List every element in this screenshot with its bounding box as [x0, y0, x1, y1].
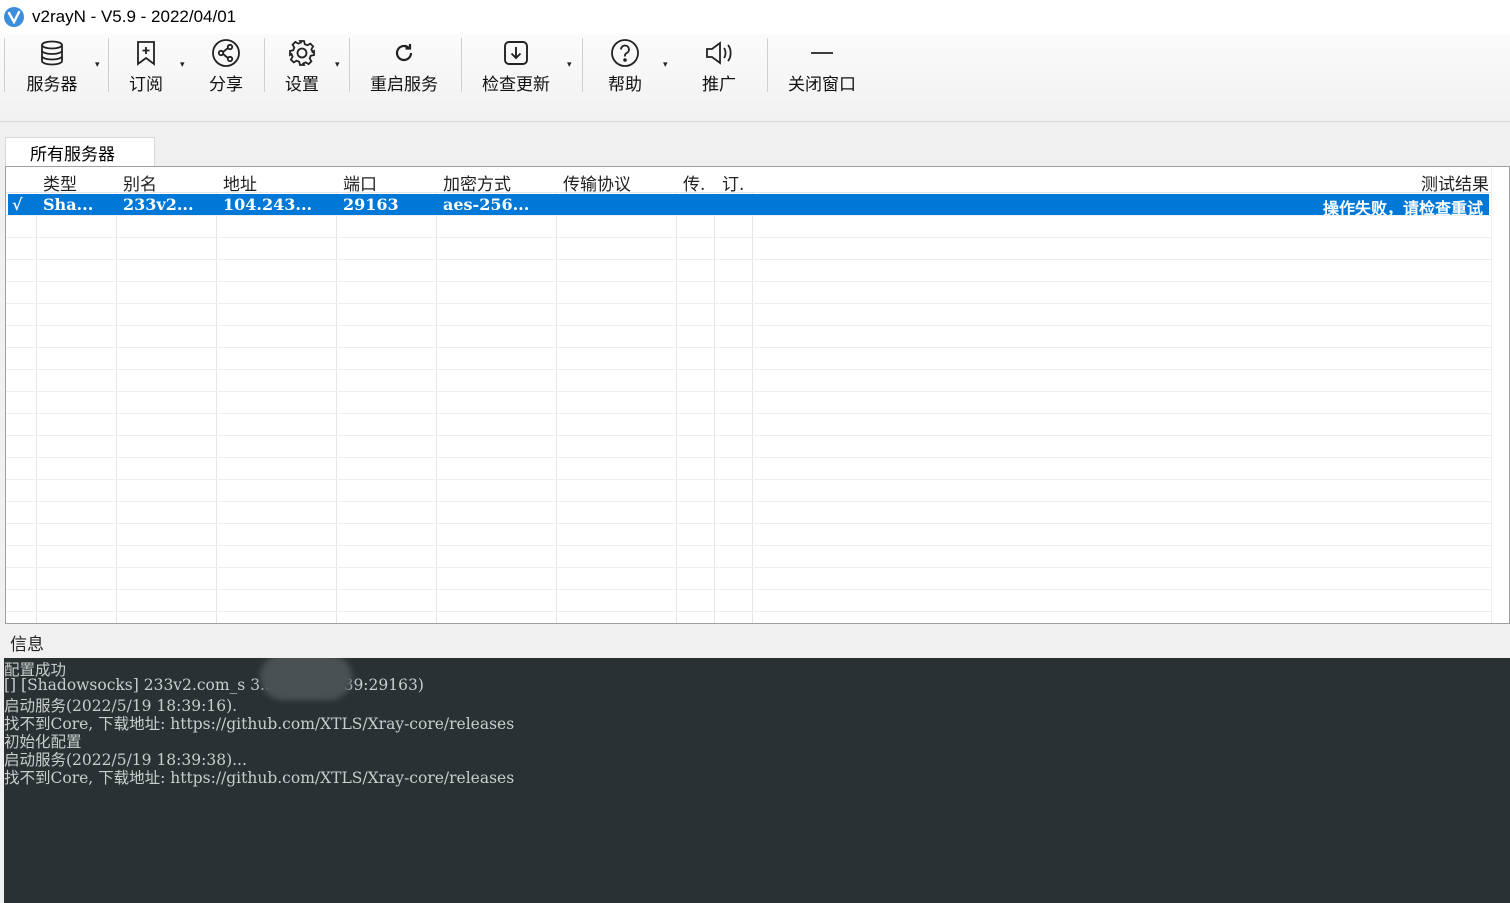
log-panel[interactable]: 配置成功 [] [Shadowsocks] 233v2.com_s 3.39(1…: [4, 658, 1510, 903]
column-header-type[interactable]: 类型: [43, 170, 77, 195]
column-divider: [117, 167, 217, 623]
subscribe-button[interactable]: 订阅: [124, 38, 168, 98]
settings-label: 设置: [285, 75, 319, 95]
row-gridline: [6, 457, 1496, 458]
help-dropdown-arrow-icon[interactable]: ▾: [663, 60, 668, 70]
toolbar-separator: [582, 38, 583, 92]
column-divider: [677, 167, 715, 623]
row-gridline: [6, 325, 1496, 326]
subscribe-dropdown-arrow-icon[interactable]: ▾: [180, 60, 185, 70]
toolbar: 服务器 ▾ 订阅 ▾ 分享 设置 ▾ 重启服务 检查更新 ▾ 帮助 ▾ 推广 关…: [0, 34, 1510, 122]
tab-all-servers[interactable]: 所有服务器: [5, 137, 155, 166]
check-update-button[interactable]: 检查更新: [478, 38, 554, 98]
grid-header: 类型 别名 地址 端口 加密方式 传输协议 传. 订. 测试结果: [6, 167, 1496, 195]
row-gridline: [6, 391, 1496, 392]
row-gridline: [6, 545, 1496, 546]
download-icon: [500, 38, 532, 68]
log-line: [] [Shadowsocks] 233v2.com_s 3.39(104***…: [4, 676, 424, 694]
row-gridline: [6, 369, 1496, 370]
row-gridline: [6, 611, 1496, 612]
tab-label: 所有服务器: [30, 144, 115, 165]
close-window-button[interactable]: 关闭窗口: [784, 38, 860, 98]
cell-security: aes-256...: [443, 195, 530, 214]
column-divider: [715, 167, 753, 623]
column-header-test-result[interactable]: 测试结果: [1421, 170, 1489, 195]
subscribe-label: 订阅: [129, 75, 163, 95]
help-label: 帮助: [608, 75, 642, 95]
column-divider: [37, 167, 117, 623]
restart-service-button[interactable]: 重启服务: [366, 38, 442, 98]
table-row[interactable]: √ Sha... 233v2... 104.243... 29163 aes-2…: [8, 194, 1489, 218]
column-header-address[interactable]: 地址: [223, 170, 257, 195]
row-gridline: [6, 259, 1496, 260]
redaction-blur: [260, 658, 352, 700]
toolbar-separator: [461, 38, 462, 92]
check-update-label: 检查更新: [482, 75, 550, 95]
row-gridline: [6, 347, 1496, 348]
servers-button[interactable]: 服务器: [22, 38, 82, 98]
column-divider: [337, 167, 437, 623]
server-list[interactable]: 类型 别名 地址 端口 加密方式 传输协议 传. 订. 测试结果 √ Sha..…: [5, 166, 1510, 624]
settings-dropdown-arrow-icon[interactable]: ▾: [335, 60, 340, 70]
tab-strip: 所有服务器: [0, 122, 1510, 166]
share-icon: [210, 38, 242, 68]
settings-button[interactable]: 设置: [280, 38, 324, 98]
question-circle-icon: [609, 38, 641, 68]
row-gridline: [6, 281, 1496, 282]
database-icon: [36, 38, 68, 68]
row-gridline: [6, 523, 1496, 524]
row-gridline: [6, 413, 1496, 414]
row-gridline: [6, 303, 1496, 304]
promote-label: 推广: [702, 75, 736, 95]
row-gridline: [6, 501, 1496, 502]
cell-port: 29163: [343, 195, 399, 214]
toolbar-separator: [4, 38, 5, 92]
promote-button[interactable]: 推广: [697, 38, 741, 98]
column-header-port[interactable]: 端口: [343, 170, 377, 195]
cell-alias: 233v2...: [123, 195, 194, 214]
column-divider: [6, 167, 37, 623]
title-bar: v2rayN - V5.9 - 2022/04/01: [0, 0, 1510, 34]
column-header-subscription[interactable]: 订.: [722, 170, 744, 195]
window-title: v2rayN - V5.9 - 2022/04/01: [32, 7, 237, 26]
toolbar-separator: [349, 38, 350, 92]
close-window-label: 关闭窗口: [788, 75, 856, 95]
toolbar-separator: [264, 38, 265, 92]
share-label: 分享: [209, 75, 243, 95]
row-gridline: [6, 237, 1496, 238]
help-button[interactable]: 帮助: [603, 38, 647, 98]
share-button[interactable]: 分享: [204, 38, 248, 98]
info-label: 信息: [10, 635, 44, 655]
bookmark-add-icon: [130, 38, 162, 68]
column-divider: [557, 167, 677, 623]
row-check-icon: √: [12, 195, 23, 214]
column-header-transport[interactable]: 传输协议: [563, 170, 631, 195]
cell-address: 104.243...: [223, 195, 313, 214]
column-header-alias[interactable]: 别名: [123, 170, 157, 195]
toolbar-separator: [767, 38, 768, 92]
log-line: 找不到Core, 下载地址: https://github.com/XTLS/X…: [4, 769, 515, 787]
gear-icon: [286, 38, 318, 68]
restart-service-label: 重启服务: [370, 75, 438, 95]
refresh-icon: [388, 38, 420, 68]
vertical-scrollbar[interactable]: [1491, 167, 1509, 623]
servers-label: 服务器: [26, 75, 78, 95]
column-header-security[interactable]: 加密方式: [443, 170, 511, 195]
servers-dropdown-arrow-icon[interactable]: ▾: [95, 60, 100, 70]
row-gridline: [6, 567, 1496, 568]
row-gridline: [6, 479, 1496, 480]
v2rayn-logo-icon: [4, 7, 24, 27]
column-header-tls[interactable]: 传.: [683, 170, 705, 195]
minimize-icon: [806, 38, 838, 68]
speaker-icon: [703, 38, 735, 68]
row-gridline: [6, 435, 1496, 436]
row-gridline: [6, 589, 1496, 590]
row-gridline: [6, 215, 1496, 216]
cell-type: Sha...: [43, 195, 94, 214]
column-divider: [217, 167, 337, 623]
column-divider: [437, 167, 557, 623]
toolbar-separator: [108, 38, 109, 92]
check-update-dropdown-arrow-icon[interactable]: ▾: [567, 60, 572, 70]
